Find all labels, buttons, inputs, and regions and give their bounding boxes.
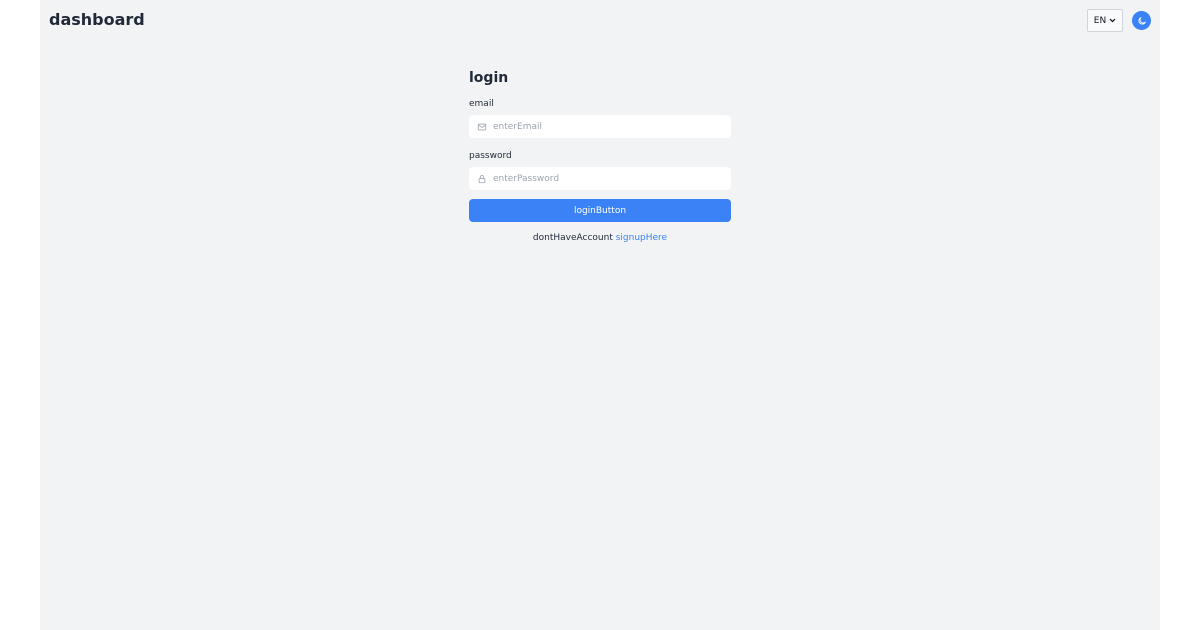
password-field-wrapper <box>469 167 731 190</box>
signup-link[interactable]: signupHere <box>616 233 667 243</box>
password-input[interactable] <box>469 167 731 190</box>
app-container: dashboard EN login email password loginB… <box>40 0 1160 630</box>
moon-icon <box>1137 11 1147 30</box>
chevron-down-icon <box>1109 17 1116 24</box>
signup-row: dontHaveAccount signupHere <box>469 232 731 244</box>
theme-toggle-button[interactable] <box>1132 11 1151 30</box>
email-input[interactable] <box>469 115 731 138</box>
signup-prompt: dontHaveAccount <box>532 233 613 243</box>
language-selected-value: EN <box>1093 15 1107 26</box>
brand-title: dashboard <box>49 10 145 29</box>
language-select[interactable]: EN <box>1087 9 1123 32</box>
login-button[interactable]: loginButton <box>469 199 731 222</box>
page-title: login <box>469 70 509 86</box>
email-field-wrapper <box>469 115 731 138</box>
email-label: email <box>469 99 494 109</box>
login-form: login email password loginButton dontHav… <box>469 68 731 244</box>
password-label: password <box>469 151 512 161</box>
